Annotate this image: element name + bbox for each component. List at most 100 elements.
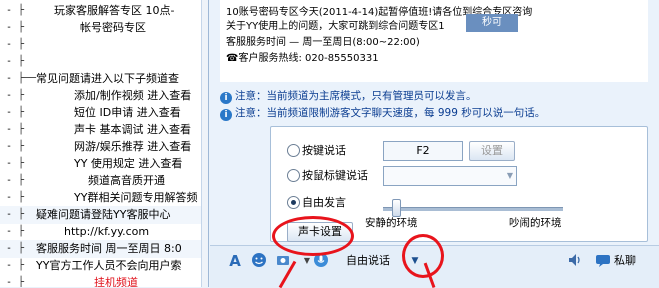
channel-collapse-marker: - xyxy=(6,73,13,84)
tree-connector: ├ xyxy=(18,22,25,33)
sidebar-channel-item[interactable]: - ├ 挂机频道 xyxy=(0,274,208,287)
sidebar-channel-item[interactable]: - ├ YY官方工作人员不会向用户索 xyxy=(0,257,208,275)
bulletin-overlay-tag: 秒可 xyxy=(466,14,518,32)
channel-tree: - ├ 玩家客服解答专区 10点- - ├ 帐号密码专区 - ├ - ├ - ├── 常见问题请进入以下… xyxy=(0,0,209,287)
channel-name: 客服服务时间 周一至周日 8:0 xyxy=(36,242,182,255)
channel-name: 挂机频道 xyxy=(94,276,138,287)
channel-collapse-marker: - xyxy=(6,22,13,33)
channel-name: 声卡 基本调试 进入查看 xyxy=(74,123,191,136)
tree-connector: ├ xyxy=(18,260,25,271)
notice-line-1: i 注意：当前频道为主席模式，只有管理员可以发言。 xyxy=(220,88,477,104)
private-chat-icon[interactable] xyxy=(594,252,612,270)
channel-collapse-marker: - xyxy=(6,260,13,271)
tree-connector: ├ xyxy=(18,39,25,50)
tree-connector: ├ xyxy=(18,277,25,287)
hotkey-set-button[interactable]: 设置 xyxy=(469,141,515,161)
notice-area: i 注意：当前频道为主席模式，只有管理员可以发言。 i 注意：当前频道限制游客文字聊… xyxy=(220,88,648,122)
sidebar-channel-item[interactable]: - ├ xyxy=(0,53,208,71)
channel-name: 网游/娱乐推荐 进入查看 xyxy=(74,140,192,153)
annotation-circle-soundcard xyxy=(272,216,354,256)
sidebar-channel-item[interactable]: - ├ YY群相关问题专用解答频 xyxy=(0,189,208,207)
tree-connector: ├── xyxy=(18,73,37,84)
tree-connector: ├ xyxy=(18,107,25,118)
tree-connector: ├ xyxy=(18,124,25,135)
channel-name: 帐号密码专区 xyxy=(80,21,146,34)
channel-collapse-marker: - xyxy=(6,175,13,186)
channel-name: YY群相关问题专用解答频 xyxy=(74,191,198,204)
sidebar-channel-item[interactable]: - ├ http://kf.yy.com xyxy=(0,223,208,241)
channel-collapse-marker: - xyxy=(6,243,13,254)
channel-name: http://kf.yy.com xyxy=(64,225,150,238)
channel-collapse-marker: - xyxy=(6,107,13,118)
radio-push-to-talk[interactable] xyxy=(287,144,300,157)
channel-name: 短位 ID申请 进入查看 xyxy=(74,106,181,119)
speech-mode-label: 自由说话 xyxy=(346,254,390,267)
tree-connector: ├ xyxy=(18,209,25,220)
volume-icon[interactable] xyxy=(566,252,584,270)
sidebar-channel-item[interactable]: - ├ xyxy=(0,36,208,54)
font-icon[interactable]: A xyxy=(226,252,244,270)
channel-name: 常见问题请进入以下子频道查 xyxy=(36,72,179,85)
info-icon: i xyxy=(220,109,232,121)
channel-name: YY 使用规定 进入查看 xyxy=(74,157,183,170)
chevron-down-icon: ▼ xyxy=(506,171,513,180)
sidebar-channel-item[interactable]: - ├ 网游/娱乐推荐 进入查看 xyxy=(0,138,208,156)
channel-collapse-marker: - xyxy=(6,90,13,101)
info-icon: i xyxy=(220,92,232,104)
tree-connector: ├ xyxy=(18,5,25,16)
tree-connector: ├ xyxy=(18,175,25,186)
radio-free-speech[interactable] xyxy=(287,196,300,209)
tree-connector: ├ xyxy=(18,56,25,67)
channel-collapse-marker: - xyxy=(6,56,13,67)
slider-label-noisy: 吵闹的环境 xyxy=(509,217,562,229)
channel-name: YY官方工作人员不会向用户索 xyxy=(36,259,182,272)
tree-connector: ├ xyxy=(18,141,25,152)
channel-collapse-marker: - xyxy=(6,124,13,135)
channel-name: 玩家客服解答专区 10点- xyxy=(54,4,175,17)
radio-label-mouse-key: 按鼠标键说话 xyxy=(302,169,368,182)
channel-name: 频道高音质开通 xyxy=(88,174,165,187)
channel-collapse-marker: - xyxy=(6,5,13,16)
channel-name: 添加/制作视频 进入查看 xyxy=(74,89,192,102)
emoticon-icon[interactable] xyxy=(250,252,268,270)
main-panel: 10账号密码专区今天(2011-4-14)起暂停值班!请各位到综合专区咨询 关于… xyxy=(210,0,659,288)
radio-mouse-key[interactable] xyxy=(287,169,300,182)
annotation-circle-dropdown xyxy=(402,234,444,278)
sidebar-channel-item[interactable]: - ├ 帐号密码专区 xyxy=(0,19,208,37)
tree-connector: ├ xyxy=(18,192,25,203)
private-chat-label[interactable]: 私聊 xyxy=(614,252,636,270)
sidebar-channel-item[interactable]: - ├ 疑难问题请登陆YY客服中心 xyxy=(0,206,208,224)
channel-collapse-marker: - xyxy=(6,277,13,287)
radio-label-push-to-talk: 按键说话 xyxy=(302,144,346,157)
tree-connector: ├ xyxy=(18,158,25,169)
tree-connector: ├ xyxy=(18,226,25,237)
sidebar-channel-item[interactable]: - ├── 常见问题请进入以下子频道查 xyxy=(0,70,208,88)
sidebar-channel-item[interactable]: - ├ 短位 ID申请 进入查看 xyxy=(0,104,208,122)
tree-connector: ├ xyxy=(18,243,25,254)
bulletin-line-2: 关于YY使用上的问题，大家可跳到综合问题专区1 xyxy=(226,21,445,32)
notice-text-2: 注意：当前频道限制游客文字聊天速度，每 999 秒可以说一句话。 xyxy=(235,107,546,119)
sidebar-channel-item[interactable]: - ├ 添加/制作视频 进入查看 xyxy=(0,87,208,105)
channel-name: 疑难问题请登陆YY客服中心 xyxy=(36,208,171,221)
bulletin-line-4: ☎客户服务热线: 020-85550331 xyxy=(226,53,379,64)
sidebar-channel-item[interactable]: - ├ 频道高音质开通 xyxy=(0,172,208,190)
slider-label-quiet: 安静的环境 xyxy=(365,217,418,229)
sidebar-scrollbar[interactable] xyxy=(201,0,208,287)
hotkey-field[interactable]: F2 xyxy=(383,141,463,161)
notice-line-2: i 注意：当前频道限制游客文字聊天速度，每 999 秒可以说一句话。 xyxy=(220,105,545,121)
channel-collapse-marker: - xyxy=(6,209,13,220)
mouse-key-select[interactable]: ▼ xyxy=(383,166,517,186)
channel-bulletin: 10账号密码专区今天(2011-4-14)起暂停值班!请各位到综合专区咨询 关于… xyxy=(220,0,648,82)
channel-collapse-marker: - xyxy=(6,39,13,50)
channel-collapse-marker: - xyxy=(6,158,13,169)
environment-slider[interactable] xyxy=(383,199,563,217)
channel-collapse-marker: - xyxy=(6,192,13,203)
notice-text-1: 注意：当前频道为主席模式，只有管理员可以发言。 xyxy=(235,90,477,102)
sidebar-channel-item[interactable]: - ├ 声卡 基本调试 进入查看 xyxy=(0,121,208,139)
channel-collapse-marker: - xyxy=(6,141,13,152)
sidebar-channel-item[interactable]: - ├ YY 使用规定 进入查看 xyxy=(0,155,208,173)
sidebar-channel-item[interactable]: - ├ 玩家客服解答专区 10点- xyxy=(0,2,208,20)
radio-label-free-speech: 自由发言 xyxy=(302,196,346,209)
bulletin-line-3: 客服服务时间 — 周一至周日(8:00~22:00) xyxy=(226,37,420,48)
sidebar-channel-item[interactable]: - ├ 客服服务时间 周一至周日 8:0 xyxy=(0,240,208,258)
